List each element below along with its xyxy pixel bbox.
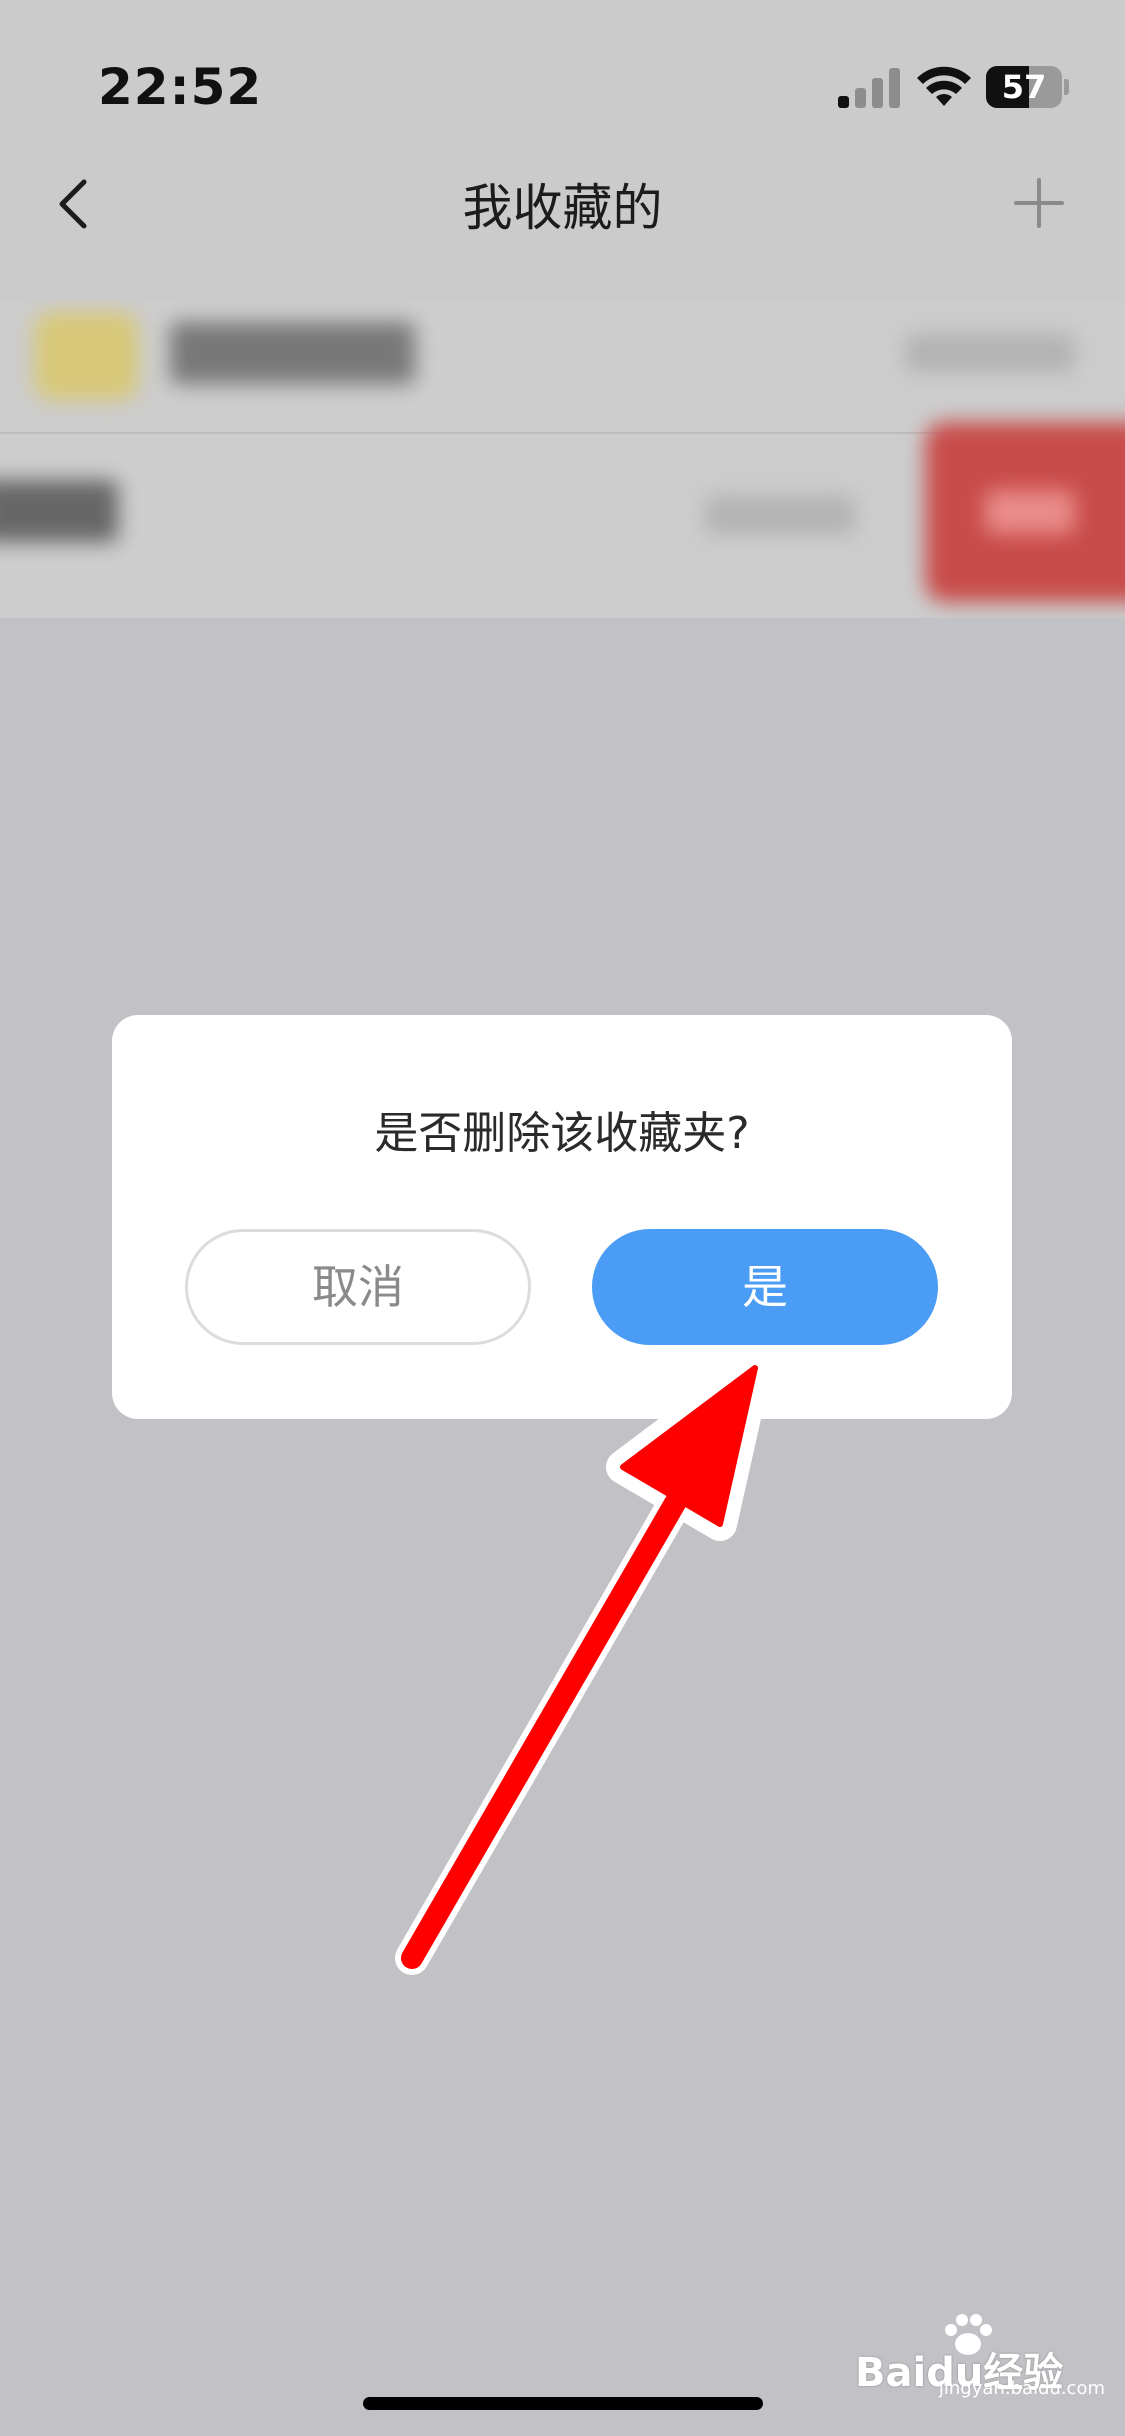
favorites-list [0,300,1125,618]
dialog-message: 是否删除该收藏夹? [374,1108,750,1159]
folder-meta-blurred-2 [705,496,855,534]
folder-name-blurred [170,322,415,384]
annotation-arrow-icon [395,1351,772,1975]
cellular-signal-icon [838,68,900,108]
swipe-delete-label-blurred [985,490,1075,534]
confirm-button[interactable]: 是 [592,1229,938,1345]
wifi-icon [917,66,971,106]
add-icon[interactable] [1014,178,1064,228]
folder-thumbnail [34,312,138,400]
battery-nub [1064,79,1069,95]
status-time: 22:52 [98,58,263,116]
battery-icon: 57 [986,66,1062,108]
nav-bar: 我收藏的 [0,150,1125,300]
home-indicator[interactable] [363,2397,763,2410]
page-title: 我收藏的 [462,179,663,237]
status-bar: 22:52 57 [0,0,1125,150]
watermark: Baidu经验 jingyan.baidu.com [855,2312,1105,2399]
watermark-url: jingyan.baidu.com [938,2378,1105,2399]
folder-meta-blurred [905,334,1075,372]
folder-name-blurred-2 [0,480,118,542]
cancel-button[interactable]: 取消 [185,1229,531,1345]
battery-level: 57 [1001,68,1047,106]
